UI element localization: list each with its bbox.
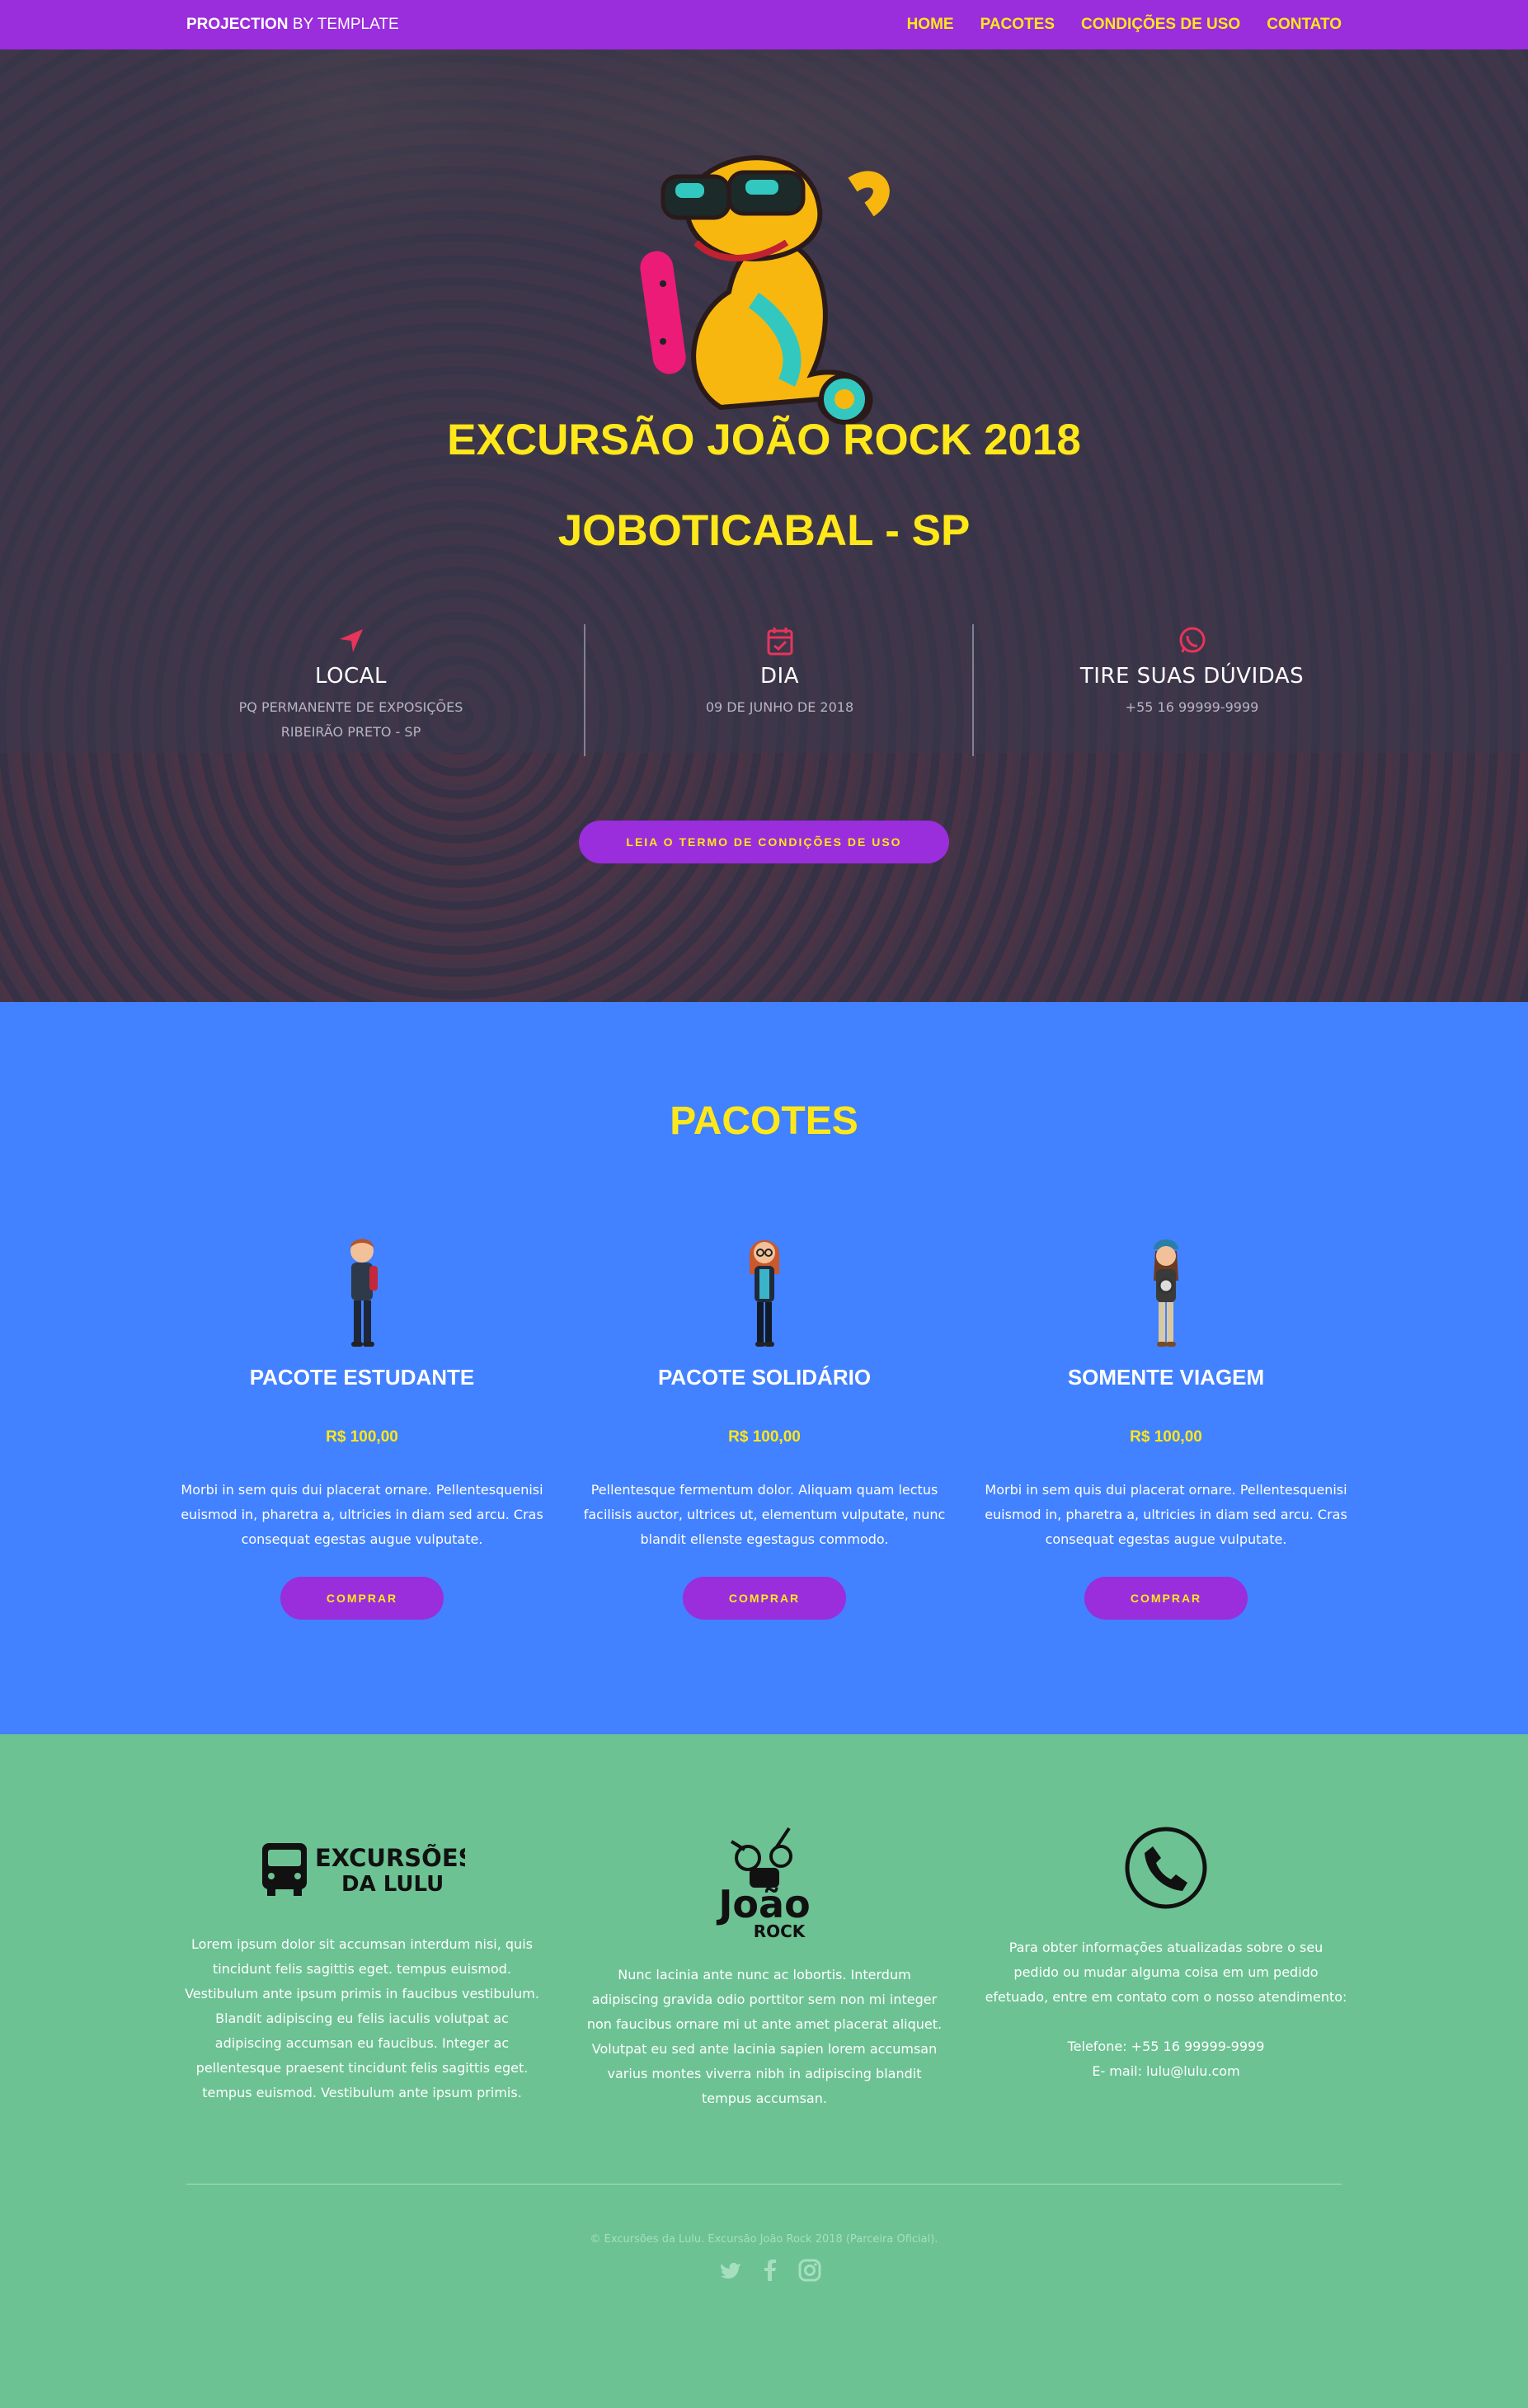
copyright: © Excursões da Lulu. Excursão João Rock …	[590, 2233, 938, 2246]
footer-joaorock-text: Nunc lacinia ante nunc ac lobortis. Inte…	[586, 1967, 943, 2106]
student-illustration	[350, 1239, 378, 1347]
footer-divider	[186, 2184, 1342, 2185]
nav-links: HOME PACOTES CONDIÇÕES DE USO CONTATO	[907, 16, 1342, 34]
info-divider	[972, 624, 974, 756]
package-price: R$ 100,00	[326, 1428, 398, 1446]
footer: EXCURSÕES DA LULU Lorem ipsum dolor sit …	[0, 1734, 1528, 2408]
social-links	[718, 2258, 822, 2283]
instagram-icon[interactable]	[797, 2258, 822, 2283]
whatsapp-icon	[1179, 627, 1205, 653]
nav-home-link[interactable]: HOME	[907, 16, 954, 34]
contact-phone[interactable]: Telefone: +55 16 99999-9999	[985, 2034, 1347, 2059]
info-local: LOCAL PQ PERMANENTE DE EXPOSIÇÕES RIBEIR…	[156, 624, 546, 745]
buy-button[interactable]: COMPRAR	[280, 1577, 444, 1620]
calendar-check-icon	[767, 628, 792, 656]
footer-company-text: Lorem ipsum dolor sit accumsan interdum …	[185, 1936, 539, 2100]
logo-rock-text: ROCK	[754, 1921, 806, 1941]
volunteer-illustration	[749, 1240, 780, 1347]
twitter-icon[interactable]	[718, 2258, 743, 2283]
footer-col-contact: Para obter informações atualizadas sobre…	[985, 1825, 1347, 2084]
info-duvidas: TIRE SUAS DÚVIDAS +55 16 99999-9999	[997, 624, 1387, 720]
package-price: R$ 100,00	[728, 1428, 801, 1446]
traveler-illustration	[1154, 1239, 1178, 1347]
chameleon-mascot-logo	[640, 155, 890, 425]
info-dia: DIA 09 DE JUNHO DE 2018	[585, 624, 975, 720]
nav-condicoes-link[interactable]: CONDIÇÕES DE USO	[1081, 16, 1240, 34]
package-description: Morbi in sem quis dui placerat ornare. P…	[985, 1482, 1347, 1547]
package-description: Morbi in sem quis dui placerat ornare. P…	[181, 1482, 543, 1547]
info-local-label: LOCAL	[315, 664, 387, 689]
pacotes-section: PACOTES PACOTE ESTUDANTE R$ 100,00 Morbi…	[0, 1002, 1528, 1734]
info-local-line2: RIBEIRÃO PRETO - SP	[280, 724, 421, 740]
buy-button[interactable]: COMPRAR	[1084, 1577, 1248, 1620]
pacotes-title: PACOTES	[670, 1099, 858, 1143]
logo-text-line2: DA LULU	[341, 1872, 444, 1897]
hero-title: EXCURSÃO JOÃO ROCK 2018	[447, 416, 1081, 464]
phone-icon	[1125, 1827, 1207, 1909]
brand-rest: BY TEMPLATE	[292, 16, 399, 33]
nav-contato-link[interactable]: CONTATO	[1267, 16, 1342, 34]
package-description: Pellentesque fermentum dolor. Aliquam qu…	[583, 1482, 946, 1547]
contact-email[interactable]: E- mail: lulu@lulu.com	[985, 2059, 1347, 2084]
joao-rock-logo: João ROCK	[716, 1827, 811, 1941]
brand-bold: PROJECTION	[186, 16, 289, 33]
logo-text-line1: EXCURSÕES	[315, 1844, 465, 1872]
info-local-line1: PQ PERMANENTE DE EXPOSIÇÕES	[238, 699, 463, 715]
hero-subtitle: JOBOTICABAL - SP	[557, 506, 971, 555]
package-card: PACOTE ESTUDANTE R$ 100,00 Morbi in sem …	[181, 1233, 543, 1620]
buy-button[interactable]: COMPRAR	[683, 1577, 846, 1620]
info-duvidas-line1: +55 16 99999-9999	[1125, 699, 1259, 715]
top-nav: PROJECTION BY TEMPLATE HOME PACOTES COND…	[0, 0, 1528, 49]
footer-col-joaorock: João ROCK Nunc lacinia ante nunc ac lobo…	[583, 1825, 946, 2111]
hero-section: EXCURSÃO JOÃO ROCK 2018 JOBOTICABAL - SP…	[0, 49, 1528, 1002]
contact-details: Telefone: +55 16 99999-9999 E- mail: lul…	[985, 2034, 1347, 2084]
footer-contact-text: Para obter informações atualizadas sobre…	[985, 1940, 1347, 2005]
logo-joao-text: João	[716, 1882, 810, 1926]
terms-button[interactable]: LEIA O TERMO DE CONDIÇÕES DE USO	[579, 821, 949, 863]
location-arrow-icon	[339, 629, 363, 652]
brand[interactable]: PROJECTION BY TEMPLATE	[186, 16, 399, 34]
info-dia-line1: 09 DE JUNHO DE 2018	[705, 699, 854, 715]
facebook-icon[interactable]	[758, 2258, 783, 2283]
package-name: PACOTE ESTUDANTE	[249, 1365, 475, 1390]
excursoes-da-lulu-logo: EXCURSÕES DA LULU	[262, 1843, 465, 1897]
package-name: PACOTE SOLIDÁRIO	[657, 1365, 872, 1390]
info-dia-label: DIA	[760, 664, 799, 689]
package-price: R$ 100,00	[1130, 1428, 1202, 1446]
package-card: PACOTE SOLIDÁRIO R$ 100,00 Pellentesque …	[583, 1233, 946, 1620]
package-name: SOMENTE VIAGEM	[1067, 1365, 1265, 1390]
info-duvidas-label: TIRE SUAS DÚVIDAS	[1079, 664, 1305, 689]
package-card: SOMENTE VIAGEM R$ 100,00 Morbi in sem qu…	[985, 1233, 1347, 1620]
footer-col-company: EXCURSÕES DA LULU Lorem ipsum dolor sit …	[181, 1833, 543, 2105]
nav-pacotes-link[interactable]: PACOTES	[980, 16, 1055, 34]
